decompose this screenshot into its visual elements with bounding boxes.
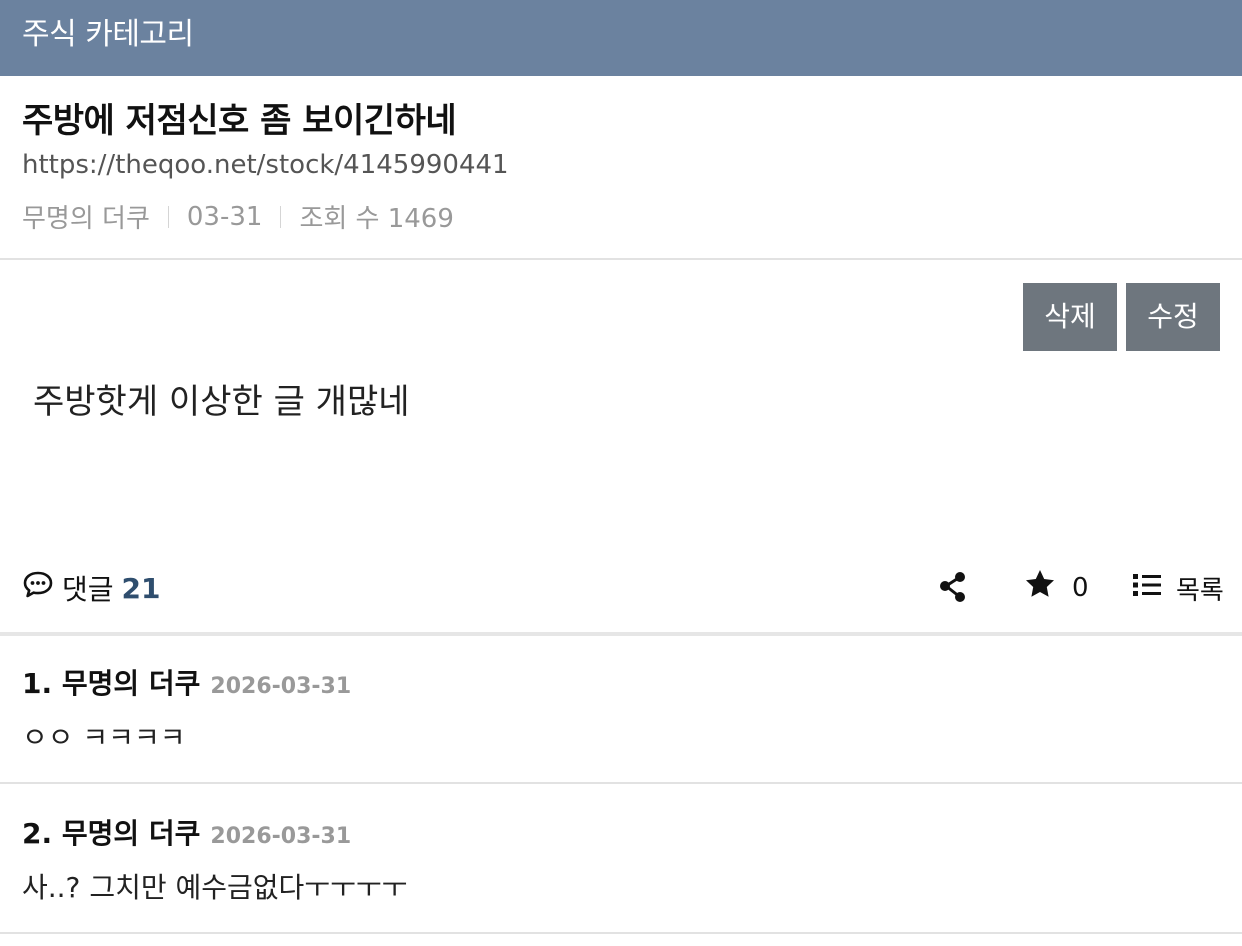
post-title: 주방에 저점신호 좀 보이긴하네 xyxy=(22,101,457,141)
category-header: 주식 카테고리 xyxy=(0,0,1242,76)
comment-author[interactable]: 1. 무명의 더쿠 xyxy=(22,662,200,702)
meta-divider xyxy=(280,205,282,228)
comment-divider xyxy=(0,932,1242,934)
post-meta: 무명의 더쿠 03-31 조회 수 1469 xyxy=(22,198,454,235)
post-views: 조회 수 1469 xyxy=(299,204,454,234)
list-icon xyxy=(1132,572,1162,605)
post-url[interactable]: https://theqoo.net/stock/4145990441 xyxy=(22,150,509,180)
star-button[interactable]: 0 xyxy=(1024,568,1089,607)
comment-text: ㅇㅇ ㅋㅋㅋㅋ xyxy=(22,721,186,754)
comment-divider xyxy=(0,782,1242,784)
share-button[interactable] xyxy=(938,570,968,604)
post-author: 무명의 더쿠 xyxy=(22,204,150,234)
comment-header: 1. 무명의 더쿠 2026-03-31 xyxy=(22,662,351,702)
comment-date: 2026-03-31 xyxy=(210,824,352,849)
star-count: 0 xyxy=(1072,572,1089,603)
comment-item: 2. 무명의 더쿠 2026-03-31 사..? 그치만 예수금없다ㅜㅜㅜㅜ xyxy=(0,786,1242,934)
share-icon xyxy=(938,570,968,608)
star-icon xyxy=(1024,568,1056,607)
comment-header: 2. 무명의 더쿠 2026-03-31 xyxy=(22,812,351,852)
comment-label: 댓글 xyxy=(62,573,114,606)
comment-date: 2026-03-31 xyxy=(210,674,352,699)
meta-divider xyxy=(167,205,169,228)
post-action-bar: 댓글 21 0 목록 xyxy=(0,560,1242,612)
comment-count-link[interactable]: 댓글 21 xyxy=(22,568,161,608)
post-body: 주방핫게 이상한 글 개많네 xyxy=(33,382,410,422)
delete-button[interactable]: 삭제 xyxy=(1023,283,1117,351)
list-label: 목록 xyxy=(1176,576,1224,606)
list-button[interactable]: 목록 xyxy=(1132,570,1224,607)
edit-button[interactable]: 수정 xyxy=(1126,283,1220,351)
header-divider xyxy=(0,258,1242,260)
speech-bubble-icon xyxy=(22,570,54,607)
comment-item: 1. 무명의 더쿠 2026-03-31 ㅇㅇ ㅋㅋㅋㅋ xyxy=(0,636,1242,784)
category-title[interactable]: 주식 카테고리 xyxy=(22,17,194,52)
comment-author[interactable]: 2. 무명의 더쿠 xyxy=(22,812,200,852)
comment-text: 사..? 그치만 예수금없다ㅜㅜㅜㅜ xyxy=(22,871,408,904)
post-date: 03-31 xyxy=(186,201,263,232)
comment-count: 21 xyxy=(121,571,161,605)
